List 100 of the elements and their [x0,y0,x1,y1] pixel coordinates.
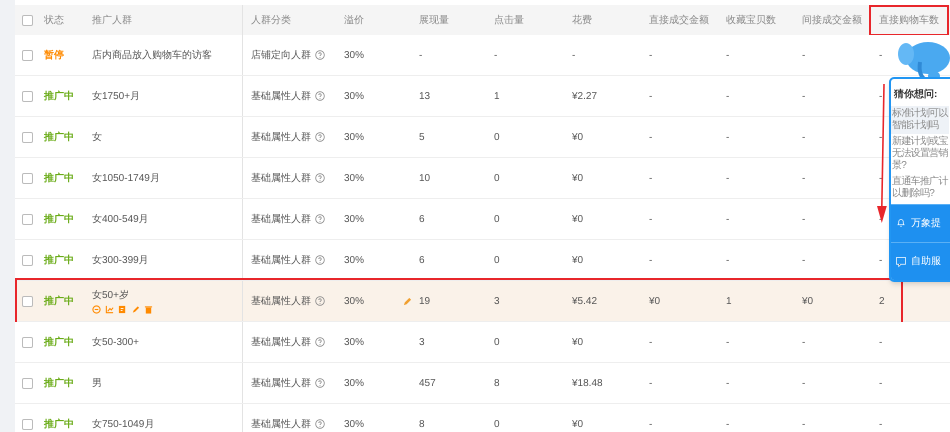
table-cell-text: 30% [344,48,364,62]
checkbox[interactable] [22,214,32,224]
status-label: 推广中 [44,294,74,308]
table-cell-text: - [879,172,882,186]
column-header: 状态 [44,14,64,28]
status-label: 推广中 [44,335,74,350]
help-icon[interactable] [315,255,325,265]
column-header: 展现量 [419,14,449,28]
table-cell-text: - [649,376,652,390]
table-cell-text: 基础属性人群 [251,336,311,350]
column-header: 推广人群 [92,14,132,28]
table-cell-text: ¥0 [572,212,584,226]
table-cell-text: 男 [92,376,102,390]
table-cell-text: 30% [344,294,364,308]
table-cell-text: 基础属性人群 [251,294,311,308]
trash-icon[interactable] [144,305,153,314]
table-cell-text: - [726,48,730,62]
table-cell-text: - [879,254,882,268]
table-cell-text: - [726,336,730,350]
table-cell-text: ¥0 [802,294,814,308]
table-cell-text: - [879,376,882,390]
table-cell-text: - [879,336,882,350]
table-cell-text: ¥18.48 [572,376,603,390]
table-cell-text: - [802,376,806,390]
table-cell-text: 3 [494,294,500,308]
table-cell-text: 0 [494,212,500,226]
table-cell-text: 基础属性人群 [251,418,311,432]
table-cell-text: 女50-300+ [92,336,139,350]
help-icon[interactable] [315,378,325,388]
help-icon[interactable] [315,50,325,60]
help-icon[interactable] [315,296,325,306]
panel-button[interactable]: 自助服 [891,242,950,280]
table-cell-text: 8 [494,376,500,390]
table-cell-text: 30% [344,172,364,186]
status-label: 推广中 [44,417,74,432]
table-cell-text: - [726,90,730,104]
bell-icon [895,218,907,230]
table-cell-text: 3 [419,336,425,350]
column-header: 点击量 [494,14,524,28]
checkbox[interactable] [22,172,32,184]
table-cell-text: 30% [344,418,364,432]
column-header: 收藏宝贝数 [726,14,776,28]
table-cell-text: ¥0 [572,336,584,350]
question-link[interactable]: 标准计划可以智能计划吗 [891,106,949,134]
checkbox[interactable] [22,254,32,266]
status-label: 推广中 [44,212,74,226]
table-cell-text: - [802,172,806,186]
panel-button[interactable]: 万象提 [891,204,950,242]
chat-icon [895,256,907,268]
minus-circle-icon[interactable] [92,305,101,314]
table-cell-text: - [649,130,652,144]
table-cell-text: ¥2.27 [572,90,598,104]
help-icon[interactable] [315,419,325,429]
table-cell-text: - [802,90,806,104]
table-cell-text: - [802,254,806,268]
checkbox[interactable] [22,50,32,60]
help-icon[interactable] [315,132,325,142]
pencil-icon[interactable] [131,305,140,314]
status-label: 推广中 [44,253,74,268]
help-icon[interactable] [315,337,325,347]
table-cell-text: 店内商品放入购物车的访客 [92,48,212,62]
help-icon[interactable] [315,214,325,224]
table-cell-text: 0 [494,254,500,268]
checkbox[interactable] [22,336,32,348]
table-cell-text: 30% [344,212,364,226]
table-cell-text: 0 [494,336,500,350]
table-cell-text: - [649,336,652,350]
table-cell-text: - [726,212,730,226]
table-cell-text: - [802,48,806,62]
table-cell-text: 10 [419,172,430,186]
table-cell-text: 19 [419,294,430,308]
pencil-icon[interactable] [403,296,412,306]
chart-icon[interactable] [105,305,114,314]
table-cell-text: 基础属性人群 [251,172,311,186]
table-cell-text: 457 [419,376,436,390]
table-cell-text: - [726,172,730,186]
table-cell-text: 6 [419,254,425,268]
table-cell-text: 基础属性人群 [251,254,311,268]
table-cell-text: ¥0 [572,172,584,186]
checkbox[interactable] [22,296,32,306]
checkbox[interactable] [22,418,32,430]
table-cell-text: 女400-549月 [92,212,149,226]
table-cell-text: ¥0 [572,130,584,144]
checkbox[interactable] [22,132,32,142]
table-cell-text: - [879,90,882,104]
table-cell-text: - [726,254,730,268]
table-cell-text: 30% [344,90,364,104]
checkbox[interactable] [22,90,32,102]
question-link[interactable]: 直通车推广计以删除吗? [891,174,949,202]
table-cell-text: ¥0 [572,418,584,432]
table-cell-text: - [879,48,882,62]
table-cell-text: - [494,48,498,62]
checkbox[interactable] [22,378,32,388]
question-link[interactable]: 新建计划或宝无法设置营销景? [891,134,949,174]
checkbox[interactable] [22,14,32,26]
table-cell-text: 1 [494,90,500,104]
note-icon[interactable] [118,305,127,314]
help-icon[interactable] [315,91,325,101]
help-icon[interactable] [315,173,325,183]
column-header: 花费 [572,14,592,28]
